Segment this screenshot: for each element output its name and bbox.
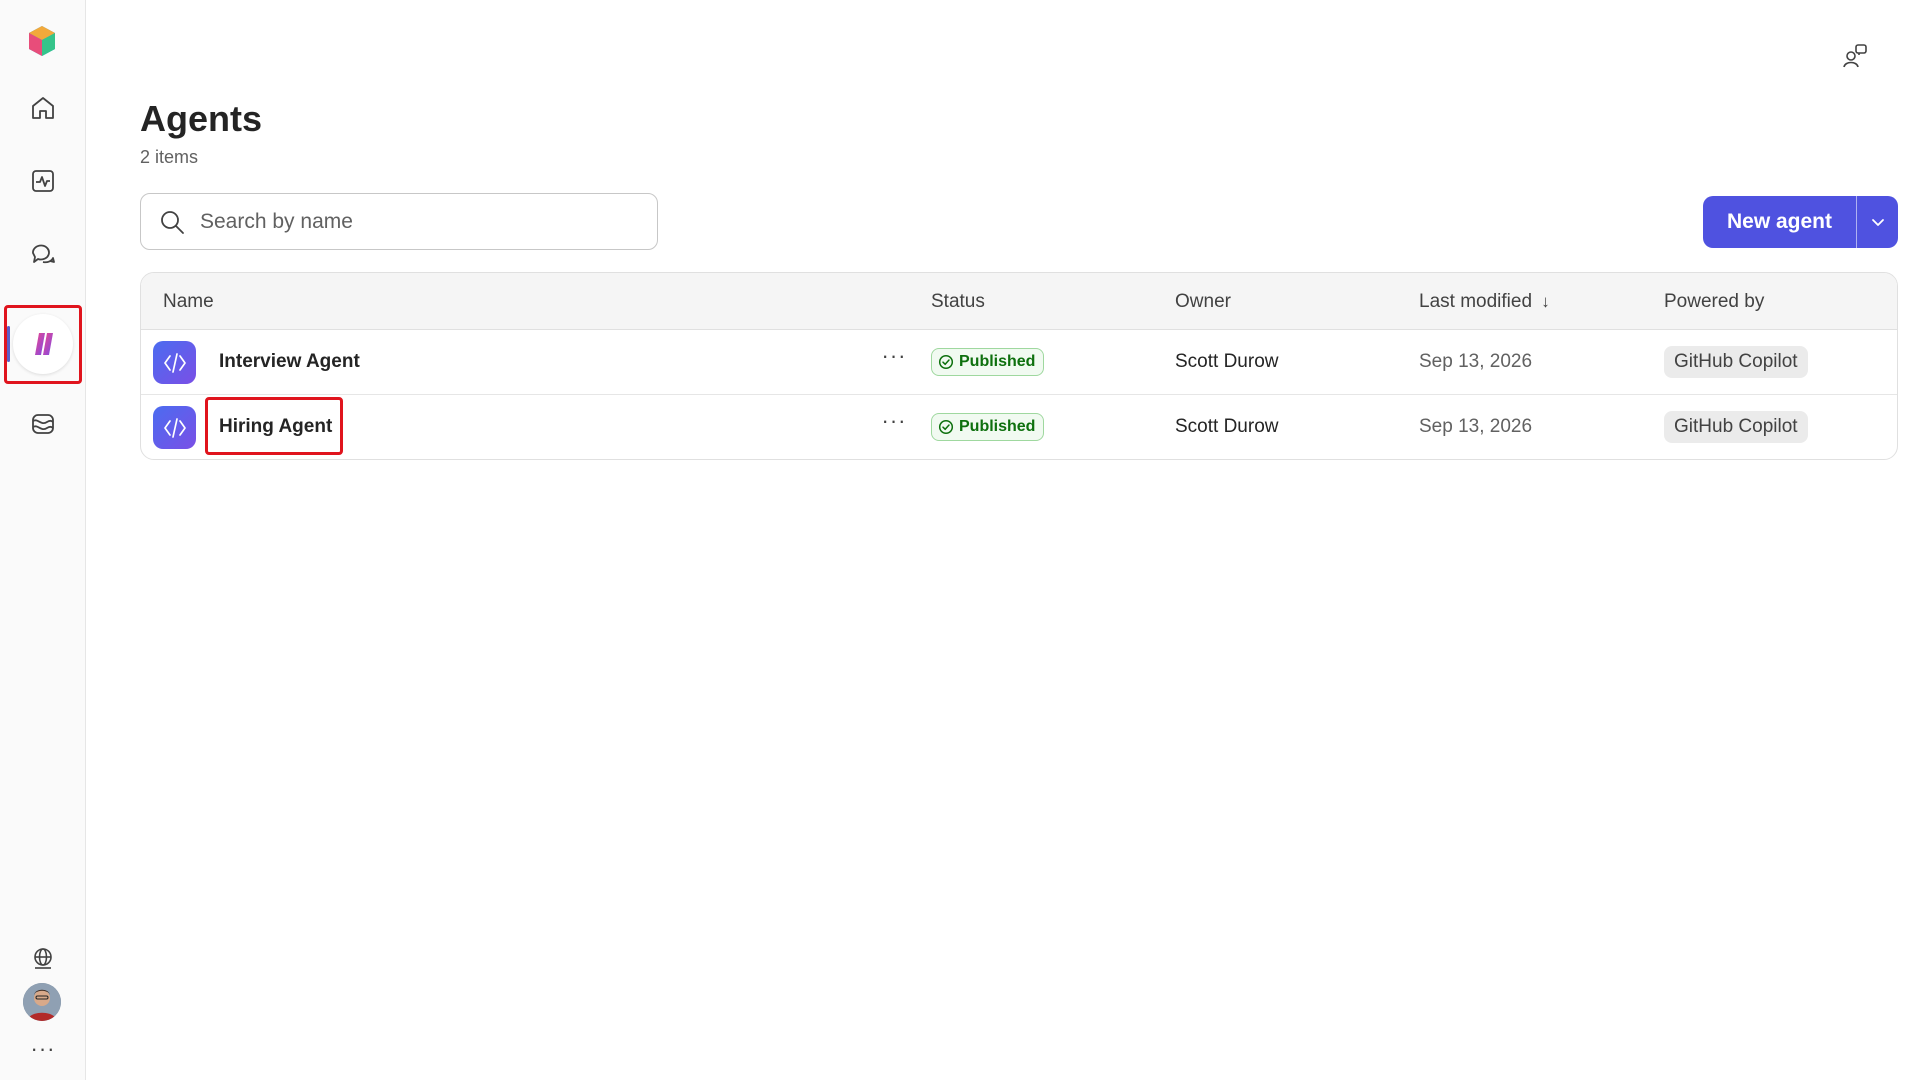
powered-by-tag: GitHub Copilot (1664, 346, 1808, 378)
home-button[interactable] (23, 88, 63, 128)
owner-cell: Scott Durow (1175, 351, 1279, 372)
avatar[interactable] (23, 983, 61, 1021)
column-header-last-modified-label: Last modified (1419, 291, 1533, 312)
more-icon[interactable]: ··· (27, 1038, 59, 1063)
agent-icon (153, 406, 196, 449)
last-modified-cell: Sep 13, 2026 (1419, 416, 1533, 437)
table-header: Name Status Owner Last modified ↓ Powere… (141, 273, 1897, 330)
search-icon (161, 210, 184, 234)
powered-by-tag: GitHub Copilot (1664, 411, 1808, 443)
agent-name-link[interactable]: Interview Agent (219, 351, 360, 373)
agent-name-link[interactable]: Hiring Agent (219, 416, 332, 438)
chat-button[interactable] (23, 234, 63, 274)
status-label: Published (959, 353, 1036, 370)
app-logo-icon[interactable] (25, 24, 59, 58)
owner-cell: Scott Durow (1175, 416, 1279, 437)
search-box[interactable] (140, 193, 658, 250)
sort-descending-icon: ↓ (1541, 292, 1550, 311)
table-row[interactable]: Interview Agent ··· Published Scott Duro… (141, 330, 1897, 395)
environment-button[interactable] (23, 938, 63, 978)
column-header-name[interactable]: Name (163, 291, 214, 313)
table-row[interactable]: Hiring Agent ··· Published Scott Durow S… (141, 395, 1897, 459)
search-input[interactable] (200, 209, 630, 234)
highlight-box-agents (4, 305, 82, 384)
row-more-options-icon[interactable]: ··· (879, 345, 909, 376)
globe-icon (34, 948, 52, 969)
item-count: 2 items (140, 147, 199, 167)
check-circle-icon (938, 354, 954, 370)
row-more-options-icon[interactable]: ··· (879, 410, 909, 441)
home-icon (32, 97, 54, 119)
chevron-down-icon (1871, 219, 1884, 226)
flows-button[interactable] (23, 404, 63, 444)
new-agent-split-button: New agent (1703, 196, 1898, 248)
new-agent-button[interactable]: New agent (1703, 196, 1856, 248)
left-rail: ··· (0, 0, 86, 1080)
flows-icon (32, 414, 54, 434)
chat-icon (32, 244, 55, 264)
check-circle-icon (938, 419, 954, 435)
activity-icon (32, 170, 54, 192)
last-modified-cell: Sep 13, 2026 (1419, 351, 1533, 372)
column-header-powered-by[interactable]: Powered by (1664, 291, 1764, 313)
activity-button[interactable] (23, 161, 63, 201)
column-header-owner[interactable]: Owner (1175, 291, 1231, 313)
new-agent-dropdown-button[interactable] (1856, 196, 1898, 248)
people-settings-icon[interactable] (1840, 40, 1870, 70)
page-title: Agents (140, 98, 263, 139)
status-label: Published (959, 418, 1036, 435)
column-header-status[interactable]: Status (931, 291, 985, 313)
agent-icon (153, 341, 196, 384)
agents-table: Name Status Owner Last modified ↓ Powere… (140, 272, 1898, 460)
status-badge: Published (931, 413, 1045, 441)
column-header-last-modified[interactable]: Last modified ↓ (1419, 291, 1550, 313)
status-badge: Published (931, 348, 1045, 376)
